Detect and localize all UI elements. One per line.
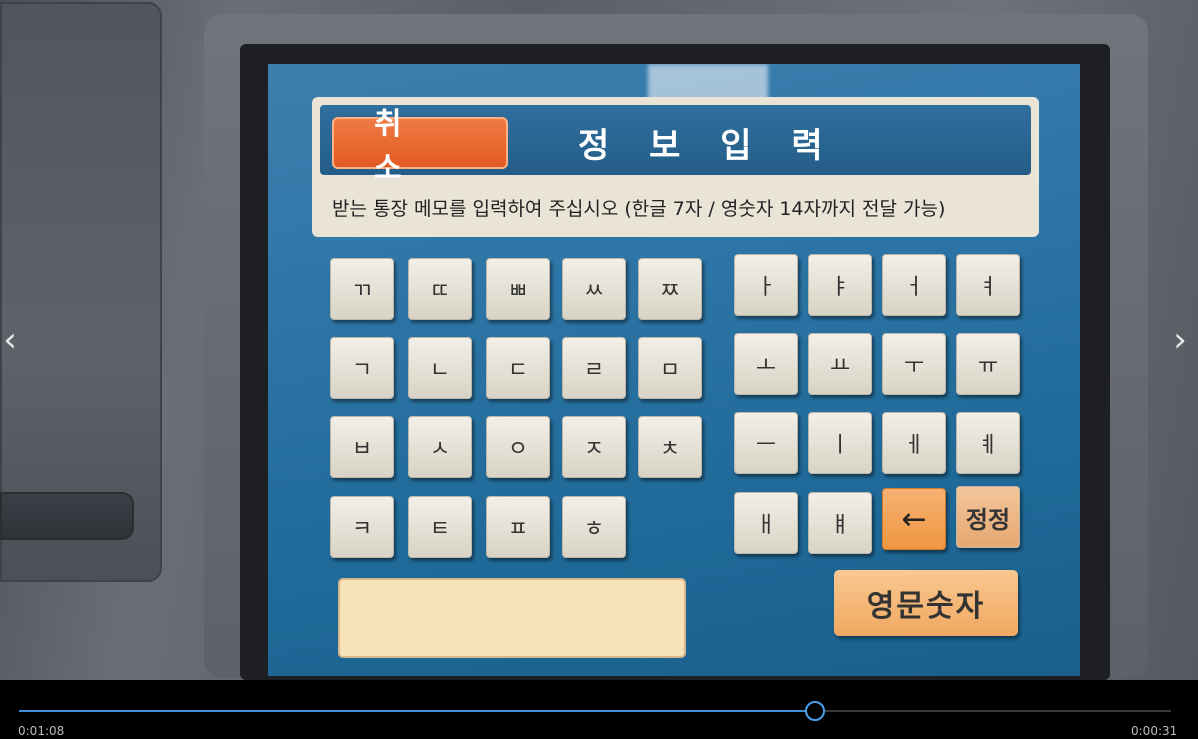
next-arrow-icon[interactable]: › — [1170, 322, 1190, 358]
key-consonant[interactable]: ㄱ — [330, 337, 394, 399]
video-player-bar: 0:01:08 0:00:31 — [0, 680, 1198, 739]
key-vowel[interactable]: ㅡ — [734, 412, 798, 474]
cancel-button[interactable]: 취 소 — [332, 107, 508, 186]
key-vowel[interactable]: ㅠ — [956, 333, 1020, 395]
screen-title: 정 보 입 력 — [578, 125, 837, 166]
key-consonant[interactable]: ㅎ — [562, 496, 626, 558]
key-vowel[interactable]: ㅓ — [882, 254, 946, 316]
key-consonant[interactable]: ㄷ — [486, 337, 550, 399]
progress-fill — [19, 710, 814, 712]
key-consonant[interactable]: ㅃ — [486, 258, 550, 320]
key-vowel[interactable]: ㅒ — [808, 492, 872, 554]
key-consonant[interactable]: ㅉ — [638, 258, 702, 320]
key-consonant[interactable]: ㄲ — [330, 258, 394, 320]
instruction-text: 받는 통장 메모를 입력하여 주십시오 (한글 7자 / 영숫자 14자까지 전… — [332, 197, 946, 220]
key-vowel[interactable]: ㅣ — [808, 412, 872, 474]
key-consonant[interactable]: ㅍ — [486, 496, 550, 558]
progress-track[interactable] — [19, 701, 1171, 721]
atm-screen: 취 소 정 보 입 력 받는 통장 메모를 입력하여 주십시오 (한글 7자 /… — [268, 64, 1080, 676]
key-consonant[interactable]: ㅈ — [562, 416, 626, 478]
key-consonant[interactable]: ㅅ — [408, 416, 472, 478]
key-consonant[interactable]: ㄸ — [408, 258, 472, 320]
key-consonant[interactable]: ㅇ — [486, 416, 550, 478]
english-number-toggle-button[interactable]: 영문숫자 — [834, 570, 1018, 636]
correct-button[interactable]: 정정 — [956, 486, 1020, 548]
key-vowel[interactable]: ㅏ — [734, 254, 798, 316]
key-consonant[interactable]: ㄹ — [562, 337, 626, 399]
previous-arrow-icon[interactable]: ‹ — [0, 322, 20, 358]
key-consonant[interactable]: ㅊ — [638, 416, 702, 478]
key-vowel[interactable]: ㅑ — [808, 254, 872, 316]
progress-knob[interactable] — [804, 701, 825, 721]
key-vowel[interactable]: ㅗ — [734, 333, 798, 395]
key-vowel[interactable]: ㅐ — [734, 492, 798, 554]
key-consonant[interactable]: ㅁ — [638, 337, 702, 399]
current-time: 0:01:08 — [18, 724, 65, 738]
total-time: 0:00:31 — [1131, 724, 1178, 738]
key-vowel[interactable]: ㅜ — [882, 333, 946, 395]
key-vowel[interactable]: ㅛ — [808, 333, 872, 395]
key-vowel[interactable]: ㅔ — [882, 412, 946, 474]
memo-input[interactable] — [338, 578, 686, 658]
backspace-arrow-icon[interactable]: ← — [882, 488, 946, 550]
key-consonant[interactable]: ㅆ — [562, 258, 626, 320]
header-panel: 취 소 정 보 입 력 받는 통장 메모를 입력하여 주십시오 (한글 7자 /… — [312, 97, 1039, 237]
key-consonant[interactable]: ㅂ — [330, 416, 394, 478]
key-consonant[interactable]: ㅌ — [408, 496, 472, 558]
key-vowel[interactable]: ㅖ — [956, 412, 1020, 474]
key-consonant[interactable]: ㅋ — [330, 496, 394, 558]
card-slot — [0, 492, 134, 540]
key-consonant[interactable]: ㄴ — [408, 337, 472, 399]
key-vowel[interactable]: ㅕ — [956, 254, 1020, 316]
title-bar: 취 소 정 보 입 력 — [320, 105, 1031, 186]
